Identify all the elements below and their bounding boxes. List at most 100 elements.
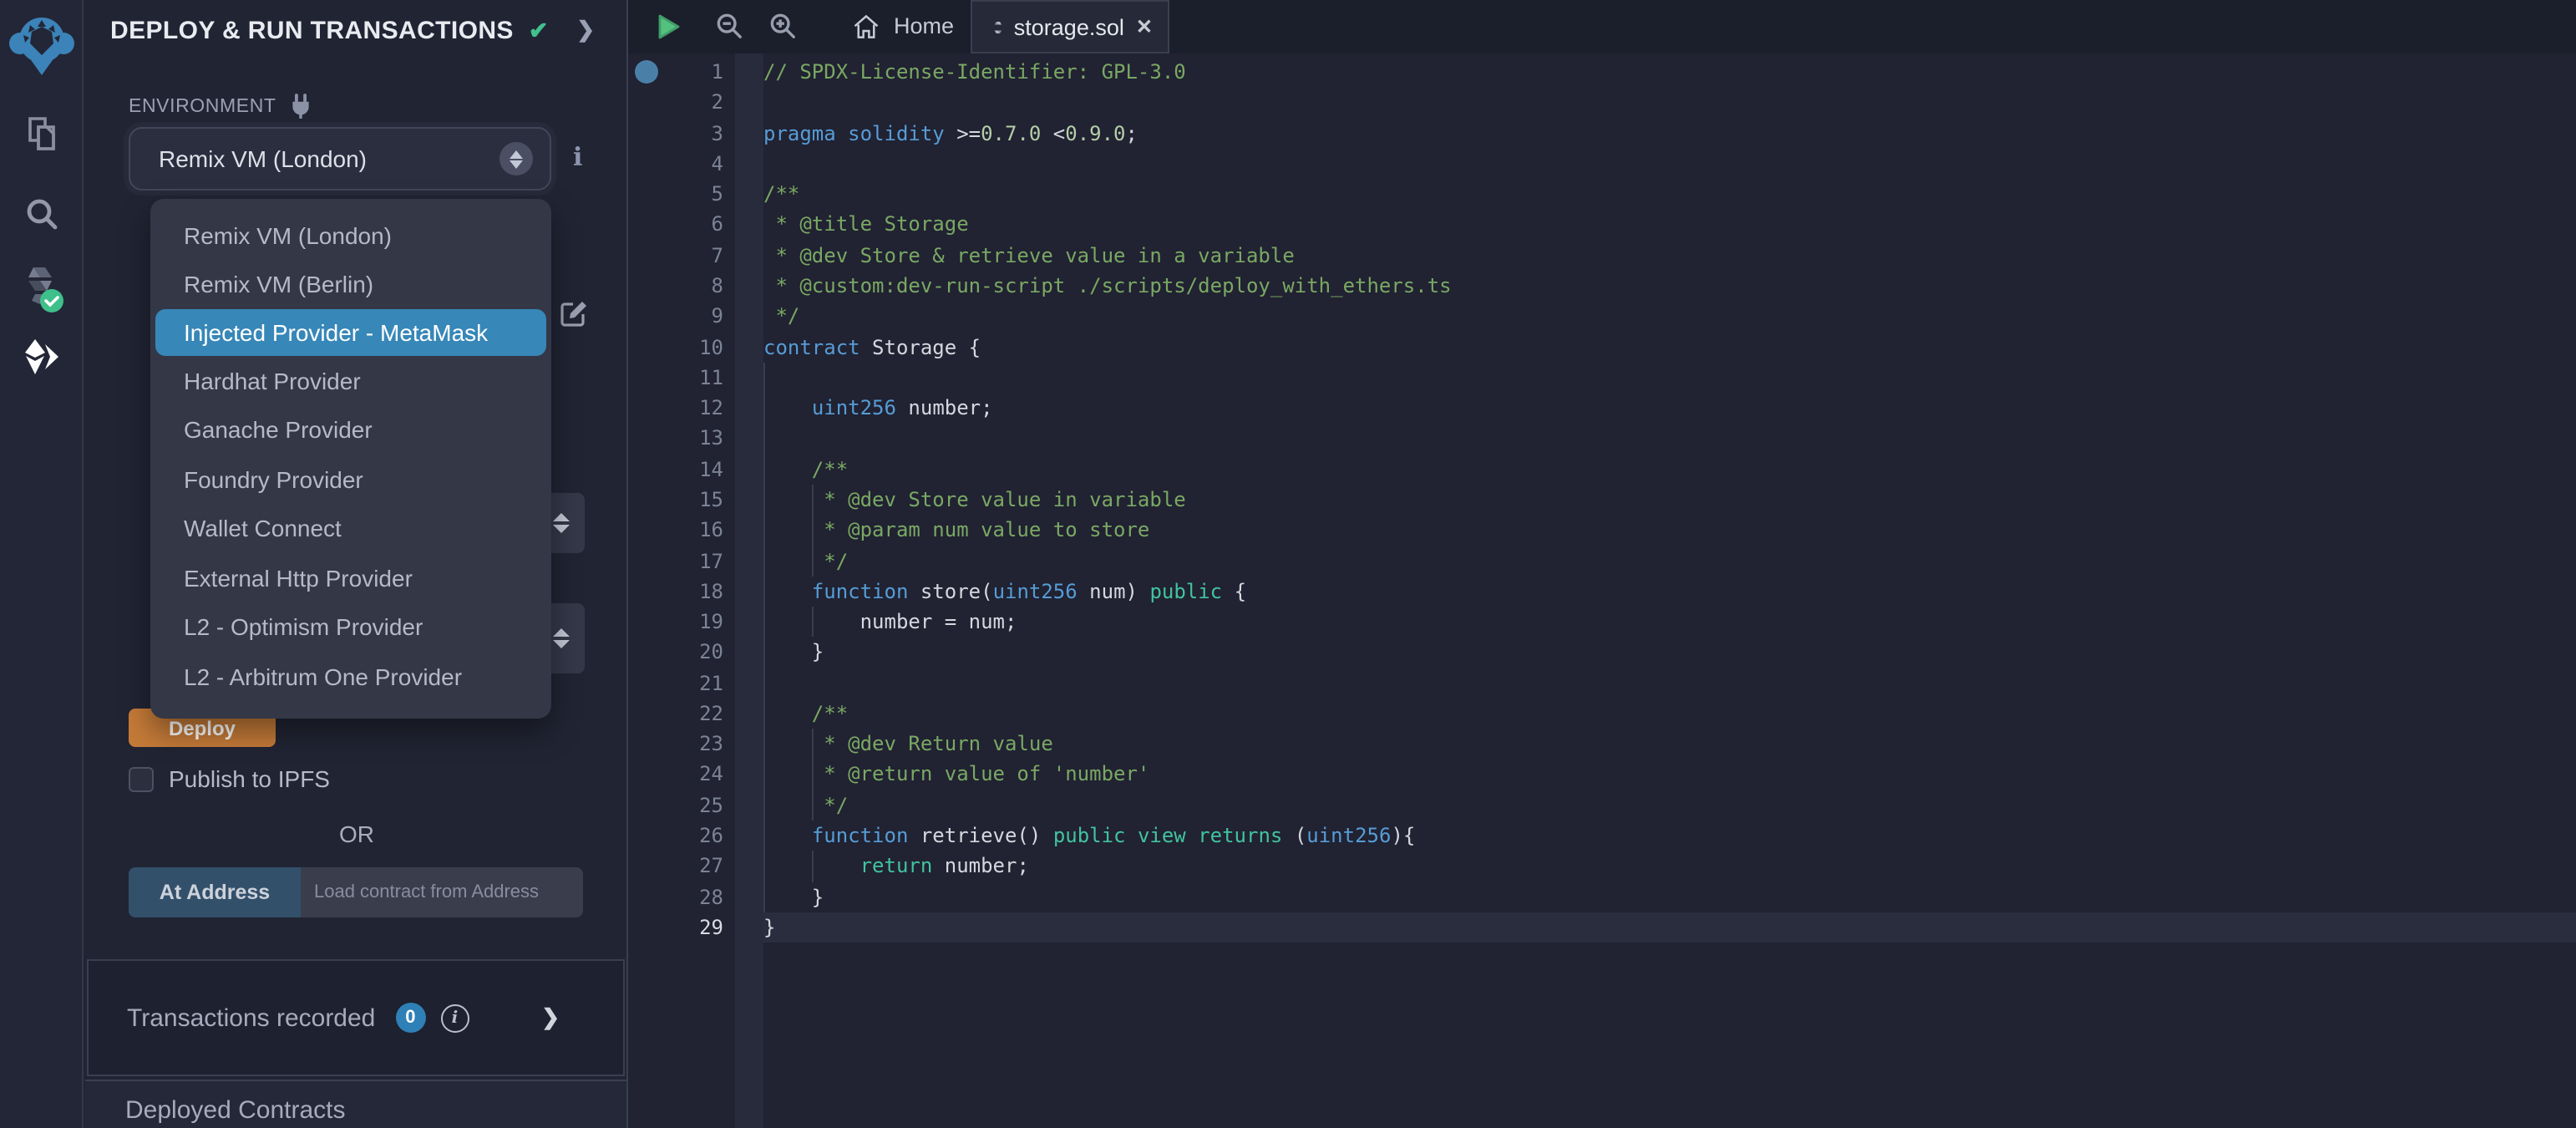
- code-line[interactable]: 24 * @return value of 'number': [628, 760, 2576, 790]
- editor-tabbar: Home storage.sol ✕: [628, 0, 2576, 53]
- dropdown-item[interactable]: External Http Provider: [150, 553, 551, 602]
- line-number: 15: [699, 487, 723, 511]
- code-line[interactable]: 11: [628, 363, 2576, 394]
- code-text: function store(uint256 num) public {: [811, 579, 1247, 603]
- code-line[interactable]: 16 * @param num value to store: [628, 515, 2576, 546]
- line-number: 17: [699, 549, 723, 572]
- code-line[interactable]: 18 function store(uint256 num) public {: [628, 577, 2576, 607]
- code-line[interactable]: 15 * @dev Store value in variable: [628, 485, 2576, 516]
- plugin-icon-sidebar: [0, 0, 84, 1128]
- publish-ipfs-checkbox[interactable]: [129, 766, 154, 791]
- zoom-in-button[interactable]: [762, 12, 802, 40]
- environment-dropdown-menu: Remix VM (London) Remix VM (Berlin) Inject…: [150, 199, 551, 718]
- search-icon[interactable]: [0, 191, 84, 237]
- code-line[interactable]: 10 contract Storage {: [628, 332, 2576, 363]
- dropdown-item[interactable]: Injected Provider - MetaMask: [155, 309, 546, 356]
- code-line[interactable]: 4: [628, 149, 2576, 180]
- code-line[interactable]: 7 * @dev Store & retrieve value in a var…: [628, 240, 2576, 271]
- line-number: 28: [699, 885, 723, 909]
- code-line[interactable]: 12 uint256 number;: [628, 393, 2576, 424]
- file-explorer-icon[interactable]: [0, 110, 84, 157]
- code-text: // SPDX-License-Identifier: GPL-3.0: [763, 60, 1186, 84]
- environment-info-icon[interactable]: i: [573, 142, 582, 172]
- line-number: 7: [711, 243, 723, 267]
- remix-ide-window: DEPLOY & RUN TRANSACTIONS ✔ ❯ ENVIRONMEN…: [0, 0, 2576, 1128]
- at-address-row: At Address: [129, 867, 583, 917]
- close-tab-icon[interactable]: ✕: [1136, 15, 1153, 38]
- line-number: 11: [699, 365, 723, 389]
- line-number: 29: [699, 915, 723, 939]
- dropdown-item[interactable]: Remix VM (London): [150, 211, 551, 260]
- dropdown-item[interactable]: Foundry Provider: [150, 455, 551, 504]
- code-line[interactable]: 3 pragma solidity >=0.7.0 <0.9.0;: [628, 118, 2576, 149]
- code-line[interactable]: 23 * @dev Return value: [628, 729, 2576, 760]
- code-text: contract Storage {: [763, 335, 981, 359]
- edit-environment-icon[interactable]: [560, 299, 588, 328]
- select-chevrons-icon: [499, 142, 533, 175]
- transactions-info-icon[interactable]: i: [440, 1004, 469, 1032]
- code-text: /**: [763, 457, 849, 481]
- plug-icon: [292, 94, 310, 119]
- line-number: 18: [699, 579, 723, 603]
- run-script-play-button[interactable]: [648, 11, 688, 41]
- line-number: 27: [699, 854, 723, 878]
- code-text: uint256 number;: [811, 396, 993, 420]
- line-number: 6: [711, 212, 723, 236]
- code-line[interactable]: 8 * @custom:dev-run-script ./scripts/dep…: [628, 271, 2576, 302]
- zoom-out-button[interactable]: [708, 12, 748, 40]
- line-number: 14: [699, 457, 723, 481]
- environment-select[interactable]: Remix VM (London): [129, 127, 551, 191]
- line-number: 4: [711, 151, 723, 175]
- dropdown-item[interactable]: Ganache Provider: [150, 405, 551, 455]
- code-text: pragma solidity >=0.7.0 <0.9.0;: [763, 121, 1138, 145]
- tab-storage-sol[interactable]: storage.sol ✕: [971, 0, 1169, 53]
- code-line[interactable]: 28 }: [628, 882, 2576, 912]
- code-editor[interactable]: 1// SPDX-License-Identifier: GPL-3.0 2 3 pr…: [628, 53, 2576, 1128]
- code-line[interactable]: 25 */: [628, 790, 2576, 821]
- dropdown-item[interactable]: Remix VM (Berlin): [150, 260, 551, 309]
- transactions-count-badge: 0: [395, 1003, 426, 1033]
- dropdown-item[interactable]: L2 - Arbitrum One Provider: [150, 652, 551, 701]
- code-line[interactable]: 2: [628, 88, 2576, 119]
- deploy-and-run-icon[interactable]: [0, 334, 84, 381]
- line-decoration-dot[interactable]: [635, 60, 658, 84]
- or-separator: OR: [339, 821, 374, 847]
- code-text: */: [763, 304, 800, 328]
- code-line[interactable]: 19 number = num;: [628, 607, 2576, 638]
- code-line[interactable]: 5 /**: [628, 179, 2576, 210]
- code-text: /**: [763, 182, 800, 206]
- line-number: 19: [699, 610, 723, 634]
- code-line[interactable]: 29}: [628, 912, 2576, 943]
- line-number: 13: [699, 426, 723, 450]
- at-address-input[interactable]: [301, 867, 583, 917]
- transactions-recorded-section: Transactions recorded 0 i ❯: [87, 959, 625, 1076]
- code-line[interactable]: 1// SPDX-License-Identifier: GPL-3.0: [628, 57, 2576, 88]
- code-line[interactable]: 9 */: [628, 302, 2576, 333]
- environment-label: ENVIRONMENT: [129, 96, 276, 116]
- transactions-expand-chevron-icon[interactable]: ❯: [541, 1004, 560, 1031]
- code-line[interactable]: 26 function retrieve() public view retur…: [628, 821, 2576, 851]
- code-line[interactable]: 6 * @title Storage: [628, 210, 2576, 241]
- transactions-recorded-label: Transactions recorded: [127, 1004, 376, 1032]
- code-line[interactable]: 14 /**: [628, 454, 2576, 485]
- code-line[interactable]: 20 }: [628, 638, 2576, 668]
- code-line[interactable]: 13: [628, 424, 2576, 455]
- code-text: function retrieve() public view returns …: [811, 824, 1416, 848]
- at-address-button[interactable]: At Address: [129, 867, 301, 917]
- tab-home[interactable]: Home: [839, 0, 967, 53]
- dropdown-item[interactable]: Wallet Connect: [150, 504, 551, 553]
- code-text: number = num;: [763, 610, 1017, 634]
- dropdown-item[interactable]: Hardhat Provider: [150, 356, 551, 405]
- solidity-compiler-icon[interactable]: [0, 264, 84, 314]
- collapse-chevron-icon[interactable]: ❯: [576, 17, 595, 43]
- remix-logo-icon[interactable]: [0, 10, 84, 80]
- code-line[interactable]: 21: [628, 668, 2576, 699]
- dropdown-item[interactable]: L2 - Optimism Provider: [150, 602, 551, 652]
- code-line[interactable]: 22 /**: [628, 699, 2576, 729]
- code-line[interactable]: 17 */: [628, 546, 2576, 577]
- panel-title: DEPLOY & RUN TRANSACTIONS: [110, 16, 514, 44]
- code-line[interactable]: 27 return number;: [628, 851, 2576, 882]
